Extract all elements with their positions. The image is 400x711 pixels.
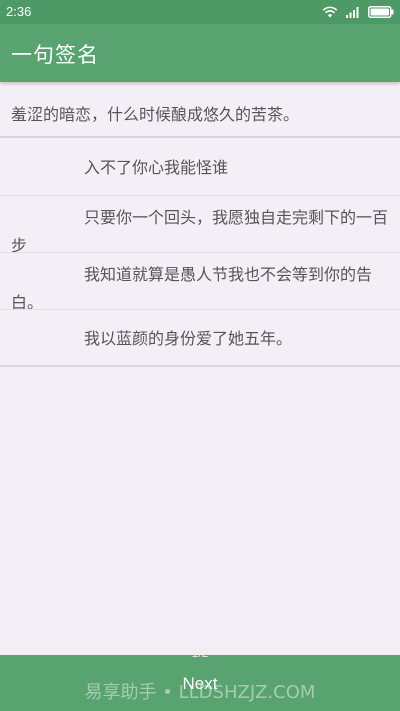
list-item[interactable]: 只要你一个回头，我愿独自走完剩下的一百步 [0,196,400,253]
status-time: 2:36 [6,4,32,19]
header-quote: 羞涩的暗恋，什么时候酿成悠久的苦茶。 [0,82,400,138]
signature-list: 入不了你心我能怪谁 只要你一个回头，我愿独自走完剩下的一百步 我知道就算是愚人节… [0,139,400,367]
app-bar: 一句签名 [0,24,400,82]
signal-icon [346,6,360,18]
list-item[interactable]: 入不了你心我能怪谁 [0,139,400,196]
list-item[interactable]: 我以蓝颜的身份爱了她五年。 [0,310,400,367]
pager-bar: 1/2 Next 易享助手 • LLDSHZJZ.COM [0,646,400,711]
status-bar: 2:36 [0,0,400,24]
battery-icon [368,6,394,18]
list-item[interactable]: 我知道就算是愚人节我也不会等到你的告白。 [0,253,400,310]
page-title: 一句签名 [11,43,99,67]
wifi-icon [322,6,338,18]
header-quote-text: 羞涩的暗恋，什么时候酿成悠久的苦茶。 [11,105,300,124]
page-indicator: 1/2 [191,646,209,660]
next-button[interactable]: Next [0,674,400,694]
status-icons [322,5,394,19]
